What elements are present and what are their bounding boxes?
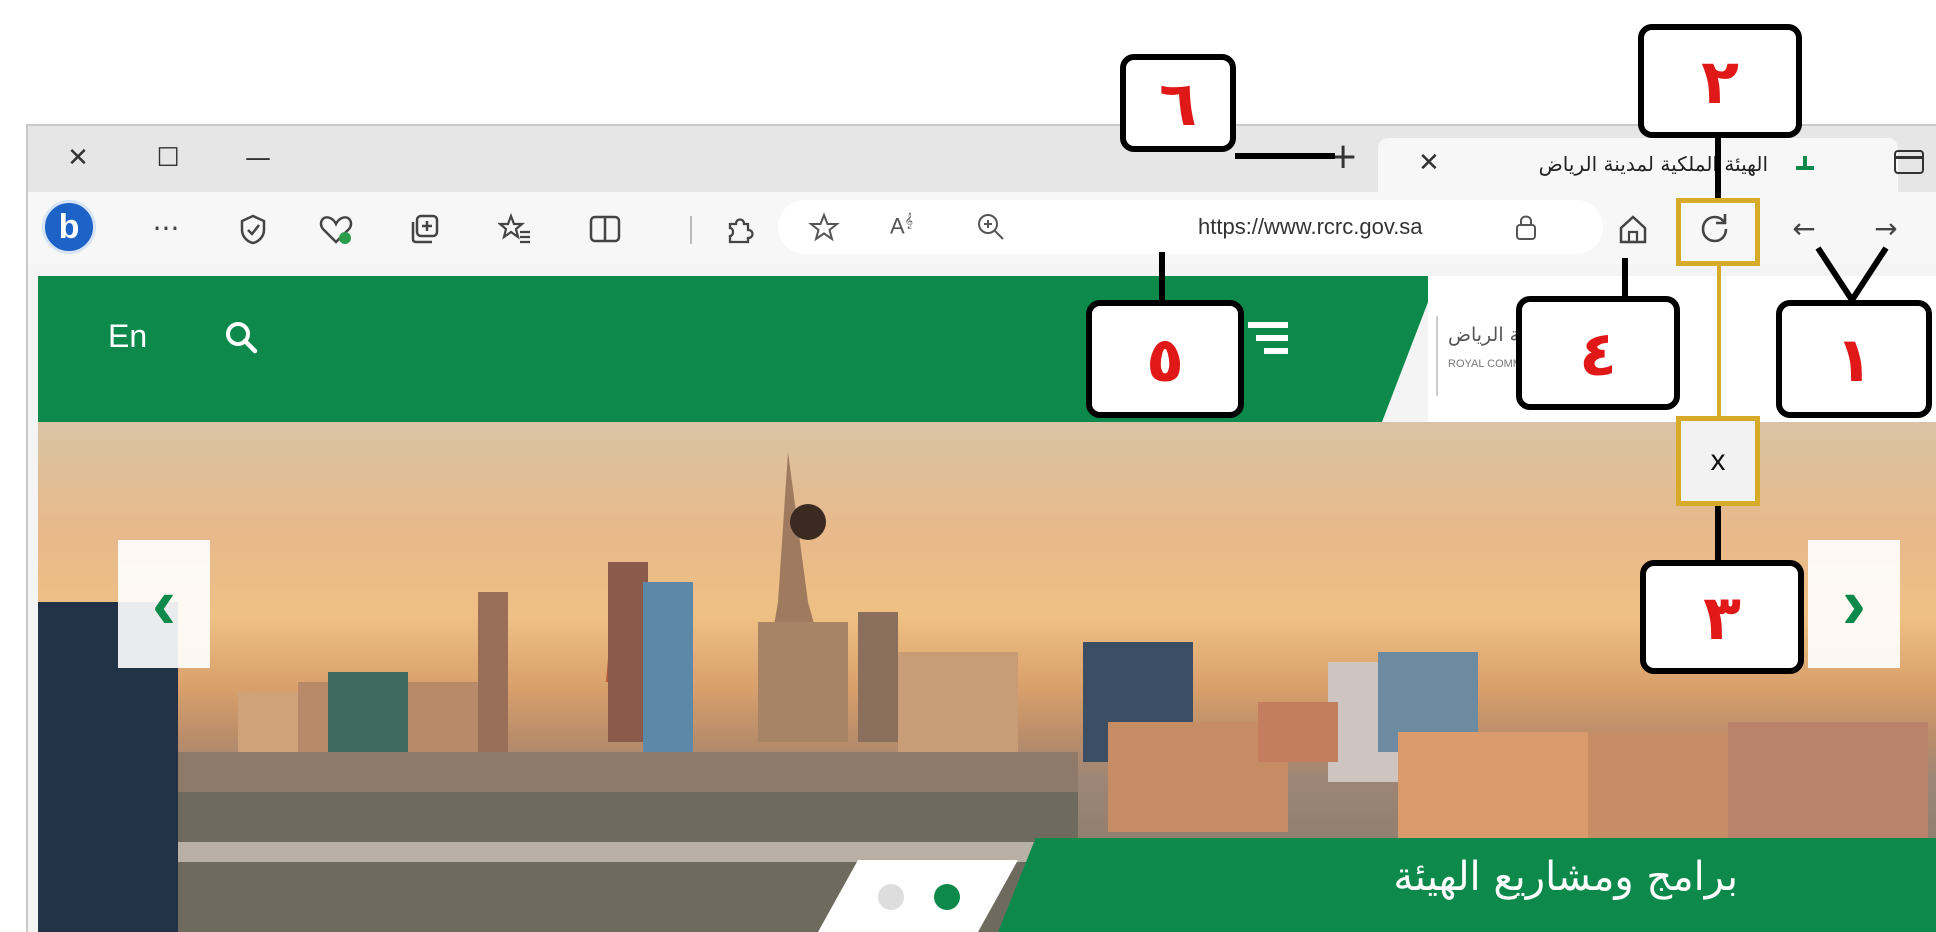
callout-3: ٣ bbox=[1640, 560, 1804, 674]
callout-6: ٦ bbox=[1120, 54, 1236, 152]
callout-2: ٢ bbox=[1638, 24, 1802, 138]
callout-5: ٥ bbox=[1086, 300, 1244, 418]
callout-1: ١ bbox=[1776, 300, 1932, 418]
callout-leader-lines bbox=[1159, 132, 1889, 560]
callout-4: ٤ bbox=[1516, 296, 1680, 410]
